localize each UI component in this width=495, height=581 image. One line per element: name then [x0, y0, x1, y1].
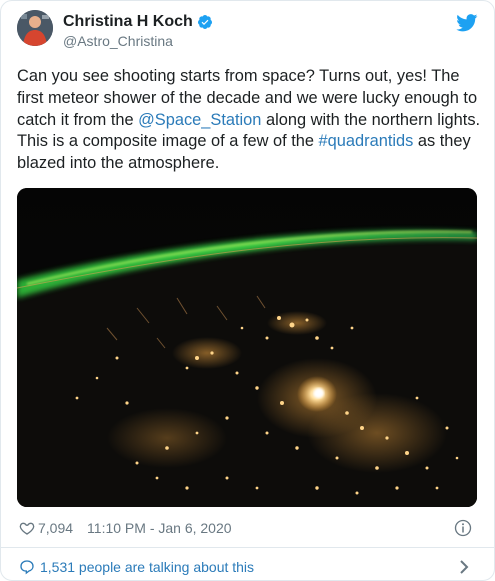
heart-icon[interactable] — [19, 520, 35, 536]
tweet-meta: 7,094 11:10 PM - Jan 6, 2020 — [19, 518, 478, 538]
hashtag-link[interactable]: #quadrantids — [319, 132, 414, 150]
tweet-line-3-end: along with the northern lights. — [261, 110, 481, 129]
tweet-line-4-end: as they — [413, 132, 471, 151]
talking-link[interactable]: 1,531 people are talking about this — [19, 557, 478, 577]
twitter-bird-icon[interactable] — [456, 14, 478, 32]
tweet-line-3-start: catch it from the — [17, 110, 139, 129]
tweet-line-5: blazed into the atmosphere. — [17, 154, 220, 173]
user-block[interactable]: Christina H Koch @Astro_Christina — [63, 12, 213, 50]
tweet-line-2: first meteor shower of the decade and we… — [17, 88, 478, 107]
display-name[interactable]: Christina H Koch — [63, 12, 213, 32]
tweet-card: Christina H Koch @Astro_Christina Can yo… — [0, 0, 495, 581]
talking-text: 1,531 people are talking about this — [40, 559, 255, 575]
info-icon[interactable] — [454, 519, 472, 537]
verified-badge-icon — [197, 15, 212, 29]
tweet-line-3: catch it from the @Space_Station along w… — [17, 110, 483, 132]
tweet-line-4-start: This is a composite image of a few of th… — [17, 132, 319, 151]
user-handle[interactable]: @Astro_Christina — [63, 32, 213, 50]
avatar[interactable] — [17, 10, 53, 46]
chevron-right-icon[interactable] — [458, 559, 470, 575]
tweet-text: Can you see shooting starts from space? … — [17, 66, 483, 175]
tweet-header: Christina H Koch @Astro_Christina — [17, 10, 478, 54]
mention-link[interactable]: @Space_Station — [138, 111, 261, 129]
tweet-line-1: Can you see shooting starts from space? … — [17, 67, 460, 85]
tweet-timestamp[interactable]: 11:10 PM - Jan 6, 2020 — [87, 520, 232, 536]
earth-night-photo — [17, 188, 477, 507]
display-name-text: Christina H Koch — [63, 13, 193, 30]
like-count[interactable]: 7,094 — [38, 520, 73, 536]
tweet-line-4: This is a composite image of a few of th… — [17, 131, 483, 153]
speech-bubble-icon — [20, 560, 34, 575]
tweet-photo[interactable] — [17, 188, 477, 507]
divider — [1, 547, 494, 548]
